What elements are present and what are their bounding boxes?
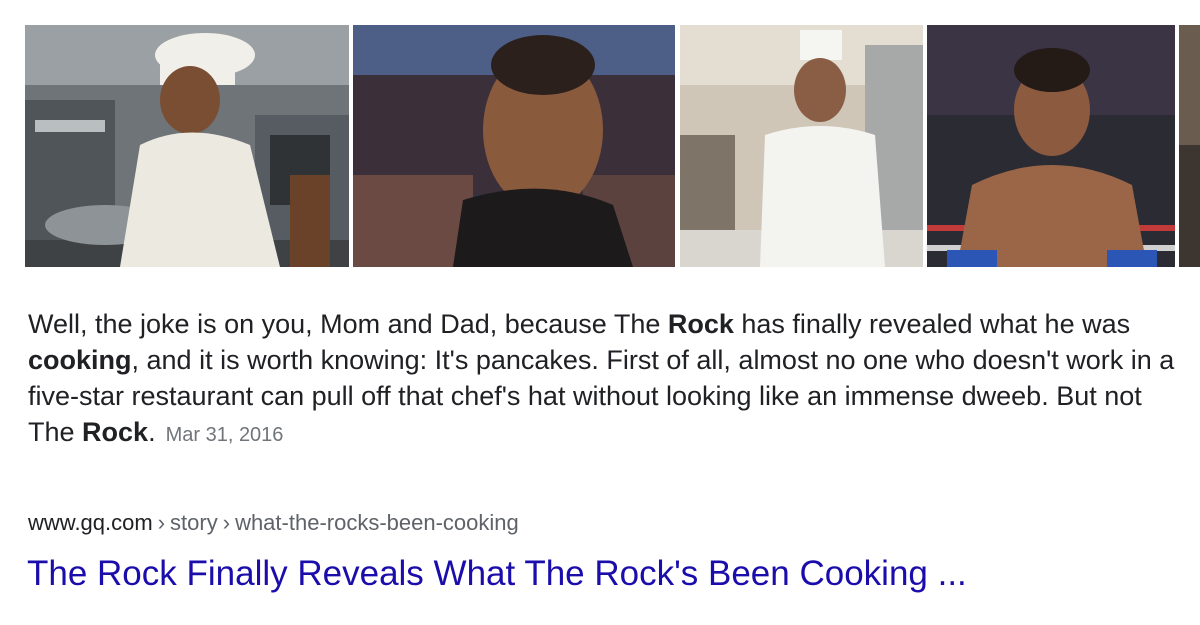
image-strip (25, 25, 1200, 267)
snippet-text: . (148, 417, 156, 447)
snippet-text: has finally revealed what he was (733, 309, 1131, 339)
result-url-breadcrumb[interactable]: www.gq.com › story › what-the-rocks-been-coo… (28, 508, 519, 538)
image-partial[interactable] (1179, 25, 1200, 267)
snippet-highlight: Rock (82, 417, 149, 447)
breadcrumb-path: story (170, 510, 218, 535)
result-title-link[interactable]: The Rock Finally Reveals What The Rock's… (27, 552, 967, 596)
result-snippet: Well, the joke is on you, Mom and Dad, b… (28, 306, 1178, 453)
snippet-date: Mar 31, 2016 (165, 424, 284, 446)
image-arena-closeup[interactable] (353, 25, 675, 267)
breadcrumb-separator: › (157, 510, 166, 535)
snippet-text: Well, the joke is on you, Mom and Dad, b… (28, 309, 668, 339)
snippet-highlight: cooking (28, 345, 132, 375)
image-chef-kitchen[interactable] (25, 25, 349, 267)
breadcrumb-separator: › (222, 510, 231, 535)
image-chef-smiling[interactable] (680, 25, 923, 267)
result-domain[interactable]: www.gq.com (28, 510, 153, 535)
breadcrumb-path: what-the-rocks-been-cooking (235, 510, 519, 535)
image-wrestler-ring[interactable] (927, 25, 1175, 267)
snippet-highlight: Rock (667, 309, 734, 339)
